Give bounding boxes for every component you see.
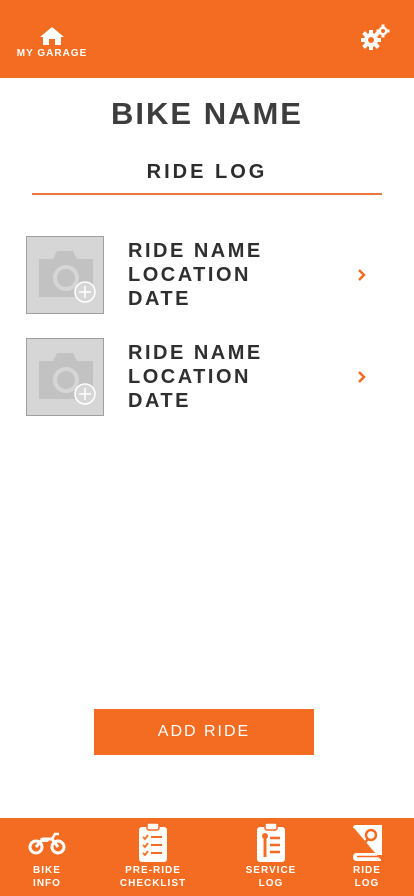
top-bar: MY GARAGE: [0, 0, 414, 78]
tab-label: INFO: [33, 878, 61, 889]
ride-location: LOCATION: [128, 366, 251, 388]
ride-book-icon: [352, 825, 382, 861]
tab-bike-info[interactable]: BIKE INFO: [17, 822, 77, 890]
motorcycle-icon: [28, 832, 66, 855]
ride-list-item[interactable]: RIDE NAME LOCATION DATE: [26, 236, 376, 316]
heading-divider: [32, 193, 382, 195]
ride-details: RIDE NAME LOCATION DATE: [128, 341, 263, 413]
ride-date: DATE: [128, 288, 191, 310]
bottom-tab-bar: BIKE INFO PRE-RIDE CHECKLIST SERVICE LOG…: [0, 818, 414, 896]
tab-label: PRE-RIDE: [125, 865, 181, 876]
ride-log-heading: RIDE LOG: [146, 161, 268, 183]
my-garage-label: MY GARAGE: [16, 48, 88, 59]
ride-name: RIDE NAME: [128, 240, 263, 262]
home-icon: [40, 27, 64, 45]
tab-ride-log[interactable]: RIDE LOG: [337, 822, 397, 890]
gears-icon: [361, 24, 390, 50]
settings-button[interactable]: [360, 24, 390, 52]
add-ride-button[interactable]: ADD RIDE: [94, 709, 314, 755]
ride-list-item[interactable]: RIDE NAME LOCATION DATE: [26, 338, 376, 418]
tab-pre-ride-checklist[interactable]: PRE-RIDE CHECKLIST: [110, 822, 196, 890]
tab-label: BIKE: [33, 865, 61, 876]
chevron-right-icon[interactable]: [356, 369, 368, 385]
tab-label: SERVICE: [245, 865, 297, 876]
ride-date: DATE: [128, 390, 191, 412]
chevron-right-icon[interactable]: [356, 267, 368, 283]
clipboard-checklist-icon: [139, 823, 167, 862]
my-garage-button[interactable]: MY GARAGE: [12, 26, 92, 66]
ride-photo-placeholder[interactable]: [26, 338, 104, 416]
tab-service-log[interactable]: SERVICE LOG: [236, 822, 306, 890]
bike-name-title: BIKE NAME: [111, 96, 303, 131]
ride-name: RIDE NAME: [128, 342, 263, 364]
ride-details: RIDE NAME LOCATION DATE: [128, 239, 263, 311]
tab-label: LOG: [354, 878, 380, 889]
tab-label: LOG: [258, 878, 284, 889]
add-photo-icon: [39, 251, 96, 303]
ride-photo-placeholder[interactable]: [26, 236, 104, 314]
ride-location: LOCATION: [128, 264, 251, 286]
tab-label: RIDE: [353, 865, 381, 876]
add-photo-icon: [39, 353, 96, 405]
tab-label: CHECKLIST: [119, 878, 187, 889]
service-clipboard-icon: [257, 823, 285, 862]
